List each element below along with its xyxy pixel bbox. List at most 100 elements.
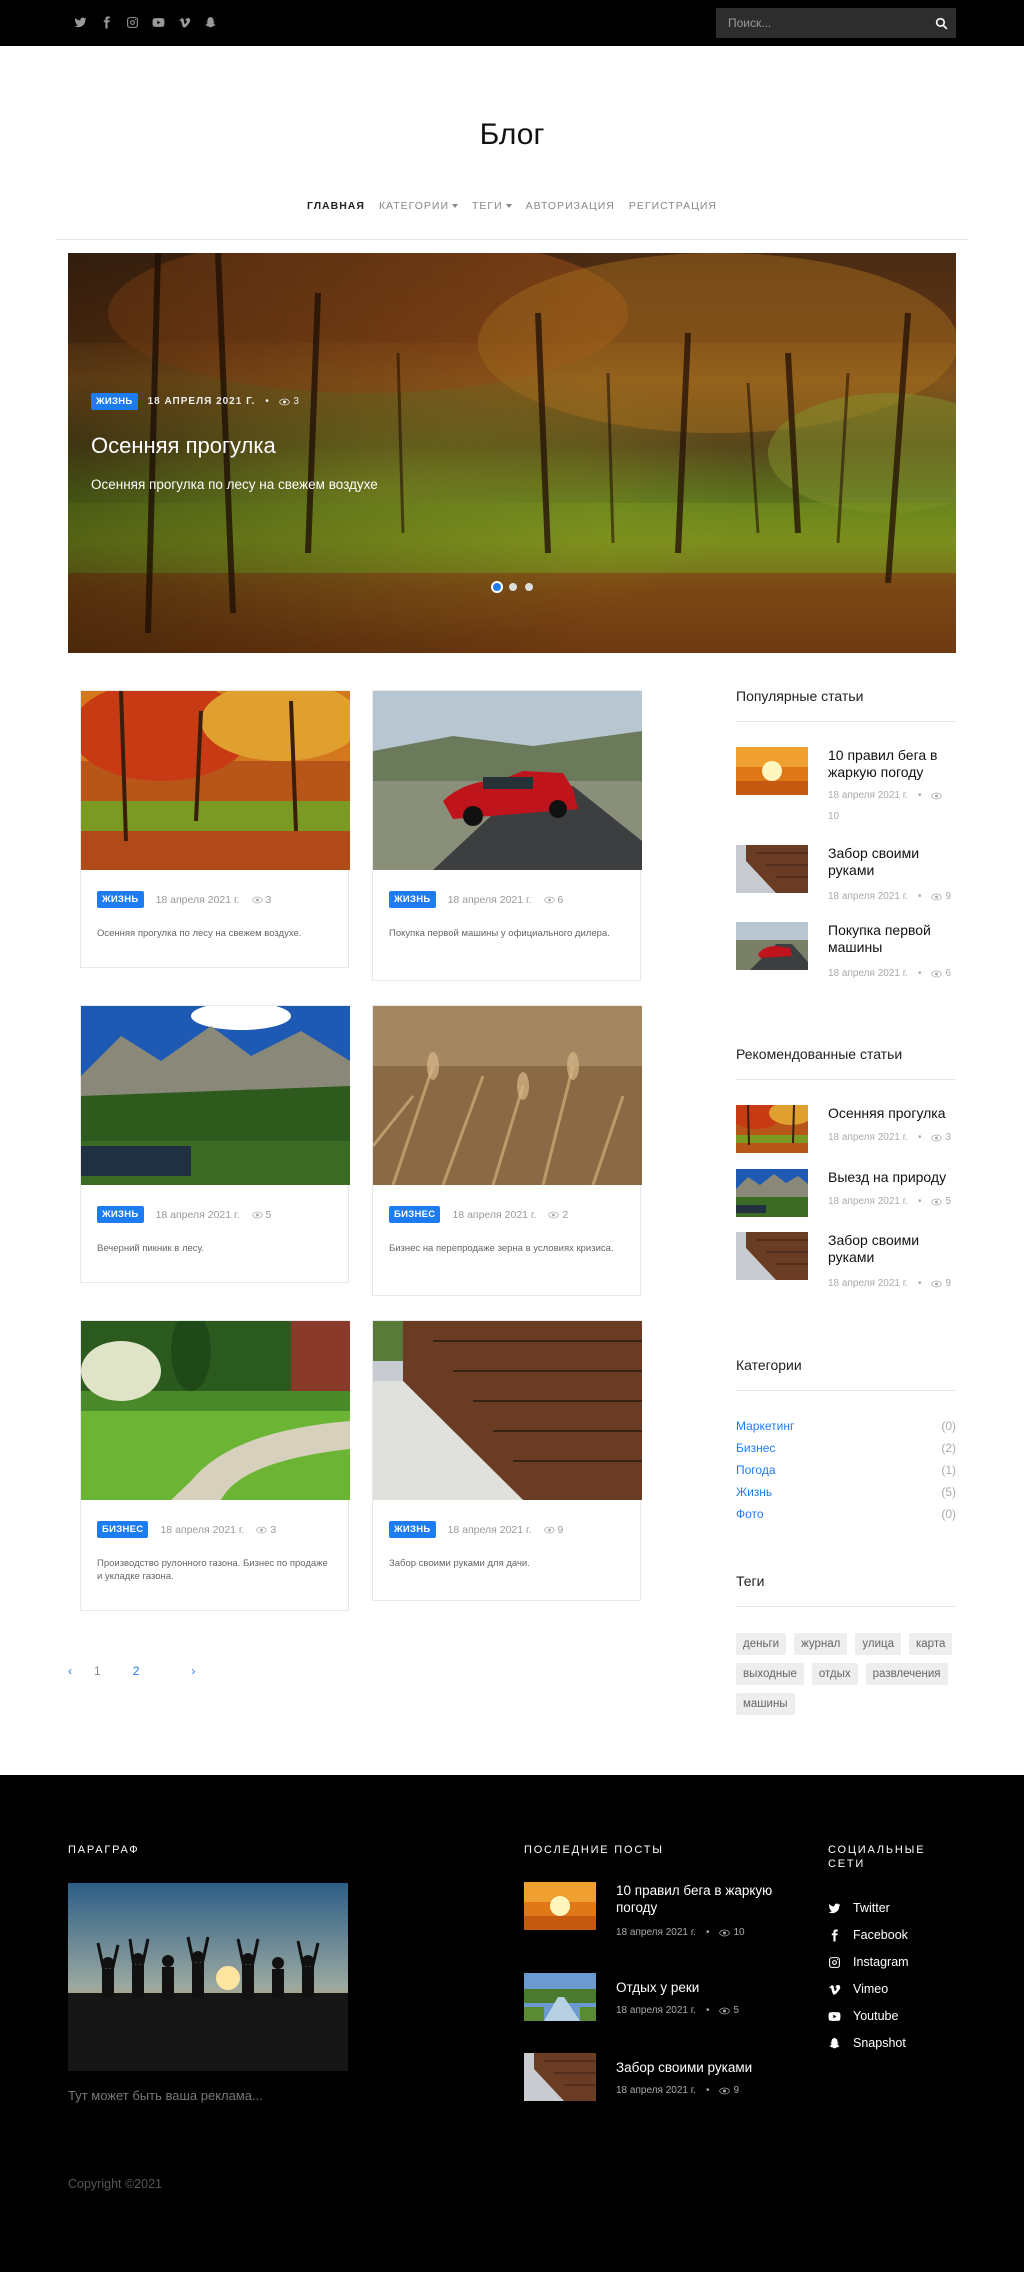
category-name[interactable]: Бизнес (736, 1441, 775, 1455)
post-category-badge[interactable]: Бизнес (389, 1206, 441, 1223)
popular-title-link[interactable]: 10 правил бега в жаркую погоду (828, 747, 956, 781)
slider-dot[interactable] (493, 583, 501, 591)
post-date: 18 апреля 2021 г. (160, 1523, 245, 1536)
footer-social-link[interactable]: Twitter (828, 1901, 890, 1915)
footer-social-link[interactable]: Youtube (828, 2009, 898, 2023)
popular-item[interactable]: 10 правил бега в жаркую погоду 18 апреля… (736, 747, 956, 822)
post-image[interactable] (81, 691, 350, 870)
hero-category-badge[interactable]: Жизнь (91, 393, 138, 410)
hero-title[interactable]: Осенняя прогулка (91, 433, 276, 459)
popular-date: 18 апреля 2021 г. (828, 968, 908, 979)
post-category-badge[interactable]: Жизнь (389, 1521, 436, 1538)
post-category-badge[interactable]: Жизнь (97, 1206, 144, 1223)
post-card[interactable]: Жизнь 18 апреля 2021 г. 3 Осенняя прогул… (80, 690, 350, 968)
post-image[interactable] (373, 1006, 642, 1185)
popular-thumb[interactable] (736, 922, 808, 970)
popular-title-link[interactable]: Забор своими руками (828, 845, 956, 879)
footer-recent-title-link[interactable]: Забор своими руками (616, 2059, 786, 2076)
post-image[interactable] (81, 1321, 350, 1500)
tag[interactable]: улица (855, 1633, 901, 1655)
popular-thumb[interactable] (736, 747, 808, 795)
footer-recent-item[interactable]: 10 правил бега в жаркую погоду 18 апреля… (524, 1882, 786, 1938)
footer-recent-thumb[interactable] (524, 2053, 596, 2101)
recommended-title-link[interactable]: Выезд на природу (828, 1169, 956, 1186)
footer-social-link[interactable]: Vimeo (828, 1982, 888, 1996)
tag[interactable]: карта (909, 1633, 953, 1655)
post-category-badge[interactable]: Бизнес (97, 1521, 149, 1538)
slider-dot[interactable] (509, 583, 517, 591)
category-item[interactable]: Фото (0) (736, 1507, 956, 1521)
nav-login[interactable]: Авторизация (526, 200, 615, 212)
category-item[interactable]: Погода (1) (736, 1463, 956, 1477)
category-item[interactable]: Маркетинг (0) (736, 1419, 956, 1433)
site-title[interactable]: Блог (0, 118, 1024, 152)
autumn-forest-image (736, 1105, 808, 1153)
footer-recent-item[interactable]: Забор своими руками 18 апреля 2021 г. • 9 (524, 2053, 784, 2103)
category-item[interactable]: Бизнес (2) (736, 1441, 956, 1455)
post-card[interactable]: Бизнес 18 апреля 2021 г. 3 Производство … (80, 1320, 350, 1611)
footer-social-link[interactable]: Instagram (828, 1955, 909, 1969)
footer-social-link[interactable]: Facebook (828, 1928, 908, 1942)
category-name[interactable]: Фото (736, 1507, 764, 1521)
popular-item[interactable]: Забор своими руками 18 апреля 2021 г. • 9 (736, 845, 956, 902)
popular-title-link[interactable]: Покупка первой машины (828, 922, 956, 956)
top-bar (0, 0, 1024, 46)
nav-categories[interactable]: Категории (379, 200, 459, 212)
post-card[interactable]: Бизнес 18 апреля 2021 г. 2 Бизнес на пер… (372, 1005, 642, 1296)
category-name[interactable]: Маркетинг (736, 1419, 794, 1433)
youtube-icon[interactable] (150, 14, 166, 30)
category-item[interactable]: Жизнь (5) (736, 1485, 956, 1499)
nav-home[interactable]: Главная (307, 200, 365, 212)
recommended-thumb[interactable] (736, 1169, 808, 1217)
tag[interactable]: выходные (736, 1663, 804, 1685)
post-category-badge[interactable]: Жизнь (97, 891, 144, 908)
pagination-page[interactable]: 1 (94, 1664, 101, 1678)
search-input[interactable] (716, 8, 926, 38)
category-name[interactable]: Погода (736, 1463, 776, 1477)
tag[interactable]: деньги (736, 1633, 787, 1655)
vimeo-icon[interactable] (176, 14, 192, 30)
footer-recent-item[interactable]: Отдых у реки 18 апреля 2021 г. • 5 (524, 1973, 784, 2023)
pagination-next[interactable]: › (191, 1664, 195, 1678)
post-image[interactable] (373, 691, 642, 870)
tag[interactable]: отдых (811, 1663, 858, 1685)
post-card[interactable]: Жизнь 18 апреля 2021 г. 6 Покупка первой… (372, 690, 642, 981)
nav-tags[interactable]: Теги (472, 200, 512, 212)
post-card[interactable]: Жизнь 18 апреля 2021 г. 5 Вечерний пикни… (80, 1005, 350, 1283)
recommended-title-link[interactable]: Забор своими руками (828, 1232, 956, 1266)
tag[interactable]: развлечения (865, 1663, 948, 1685)
recommended-title-link[interactable]: Осенняя прогулка (828, 1105, 956, 1122)
post-image[interactable] (81, 1006, 350, 1185)
post-card[interactable]: Жизнь 18 апреля 2021 г. 9 Забор своими р… (372, 1320, 642, 1601)
tag[interactable]: журнал (794, 1633, 848, 1655)
twitter-icon[interactable] (72, 14, 88, 30)
footer-recent-title-link[interactable]: 10 правил бега в жаркую погоду (616, 1882, 786, 1916)
popular-item[interactable]: Покупка первой машины 18 апреля 2021 г. •… (736, 922, 956, 979)
post-description: Покупка первой машины у официального дил… (389, 928, 610, 939)
slider-dot[interactable] (525, 583, 533, 591)
footer-recent-title-link[interactable]: Отдых у реки (616, 1979, 786, 1996)
category-name[interactable]: Жизнь (736, 1485, 772, 1499)
instagram-icon[interactable] (124, 14, 140, 30)
recommended-item[interactable]: Выезд на природу 18 апреля 2021 г. • 5 (736, 1169, 956, 1219)
footer-recent-thumb[interactable] (524, 1882, 596, 1930)
footer-recent-thumb[interactable] (524, 1973, 596, 2021)
pagination-page[interactable]: 2 (133, 1664, 140, 1678)
tag[interactable]: машины (736, 1693, 795, 1715)
snapchat-icon[interactable] (202, 14, 218, 30)
search-button[interactable] (926, 8, 956, 38)
recommended-thumb[interactable] (736, 1105, 808, 1153)
pagination-prev[interactable]: ‹ (68, 1664, 72, 1678)
recommended-thumb[interactable] (736, 1232, 808, 1280)
facebook-icon[interactable] (98, 14, 114, 30)
hero-slider[interactable]: Жизнь 18 апреля 2021 г. • 3 Осенняя прог… (68, 253, 956, 653)
recommended-item[interactable]: Осенняя прогулка 18 апреля 2021 г. • 3 (736, 1105, 956, 1155)
post-category-badge[interactable]: Жизнь (389, 891, 436, 908)
footer-ad-image[interactable] (68, 1883, 348, 2071)
nav-register[interactable]: Регистрация (629, 200, 717, 212)
footer-social-link[interactable]: Snapshot (828, 2036, 906, 2050)
post-views-count: 2 (562, 1208, 569, 1221)
post-image[interactable] (373, 1321, 642, 1500)
popular-thumb[interactable] (736, 845, 808, 893)
recommended-item[interactable]: Забор своими руками 18 апреля 2021 г. • 9 (736, 1232, 956, 1289)
